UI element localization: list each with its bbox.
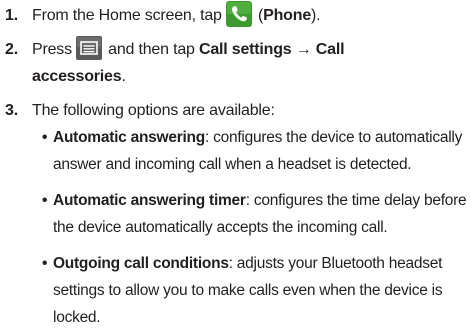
step-text: The following options are available: <box>32 102 275 119</box>
bullet-dot: • <box>42 255 48 272</box>
step-2-text-after: . <box>121 68 126 85</box>
step-text: From the Home screen, tap (Phone). <box>32 0 321 29</box>
step-1-text-before: From the Home screen, tap <box>32 7 222 24</box>
bullet-dot: • <box>42 192 48 209</box>
bullet-item: • Automatic answering: configures the de… <box>42 124 470 178</box>
step-2-text-mid: and then tap <box>103 41 199 58</box>
step-1-bold: Phone <box>263 7 312 24</box>
phone-app-icon <box>225 0 252 27</box>
step-1-text-after: ). <box>311 7 321 24</box>
bullet-text: Automatic answering: configures the devi… <box>53 124 470 178</box>
bullet-term: Automatic answering timer <box>53 192 246 209</box>
step-number: 2. <box>5 41 18 58</box>
step-text: Press and then tap Call settings → Call <box>32 35 345 63</box>
bullet-item: • Automatic answering timer: configures … <box>42 187 470 241</box>
instruction-page: 1. From the Home screen, tap (Phone). 2.… <box>0 0 473 333</box>
step-text: accessories. <box>32 63 126 90</box>
step-2-text-before: Press <box>32 41 72 58</box>
step-number: 1. <box>5 7 18 24</box>
bullet-item: • Outgoing call conditions: adjusts your… <box>42 250 470 331</box>
step-2-bold-2: accessories <box>32 68 122 85</box>
bullet-text: Automatic answering timer: configures th… <box>53 187 470 241</box>
step-1-paren: ( <box>253 7 264 24</box>
bullet-text: Outgoing call conditions: adjusts your B… <box>53 250 470 331</box>
bullet-dot: • <box>42 129 48 146</box>
step-2-bold-1: Call settings → Call <box>198 41 345 58</box>
step-number: 3. <box>5 102 18 119</box>
bullet-term: Automatic answering <box>53 129 205 146</box>
menu-key-icon <box>75 35 102 60</box>
bullet-term: Outgoing call conditions <box>53 255 229 272</box>
